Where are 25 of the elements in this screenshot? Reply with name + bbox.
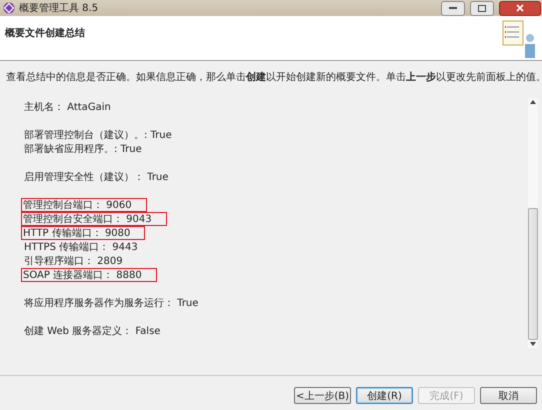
- minimize-icon: [449, 6, 457, 10]
- window-title: 概要管理工具 8.5: [19, 2, 100, 15]
- summary-line: HTTPS 传输端口： 9443: [23, 240, 139, 254]
- page-heading: 概要文件创建总结: [5, 26, 85, 39]
- dialog-button[interactable]: <上一步(B): [294, 387, 351, 404]
- dialog-button[interactable]: 取消: [480, 387, 537, 404]
- summary-line: 部署缺省应用程序。: True: [23, 142, 143, 156]
- app-logo-icon: [3, 2, 15, 14]
- close-button[interactable]: [499, 0, 541, 16]
- minimize-button[interactable]: [441, 0, 465, 16]
- summary-line: 创建 Web 服务器定义： False: [23, 324, 162, 338]
- summary-line: 主机名： AttaGain: [23, 100, 112, 114]
- scroll-thumb[interactable]: [528, 208, 538, 340]
- maximize-icon: [478, 4, 486, 12]
- maximize-button[interactable]: [470, 0, 494, 16]
- summary-line: 将应用程序服务器作为服务运行： True: [23, 296, 200, 310]
- checklist-person-icon: [502, 18, 538, 60]
- scroll-up-icon[interactable]: [529, 98, 537, 106]
- close-icon: [516, 4, 524, 12]
- summary-line: 启用管理安全性（建议）： True: [23, 170, 170, 184]
- instruction-text: 查看总结中的信息是否正确。如果信息正确，那么单击创建以开始创建新的概要文件。单击上一步以更改先前面板上的值。: [6, 70, 542, 84]
- scrollbar[interactable]: [528, 98, 538, 348]
- summary-line: 引导程序端口： 2809: [23, 254, 124, 268]
- summary-line: 部署管理控制台（建议）。: True: [23, 128, 173, 142]
- dialog-button[interactable]: 创建(R): [356, 387, 413, 404]
